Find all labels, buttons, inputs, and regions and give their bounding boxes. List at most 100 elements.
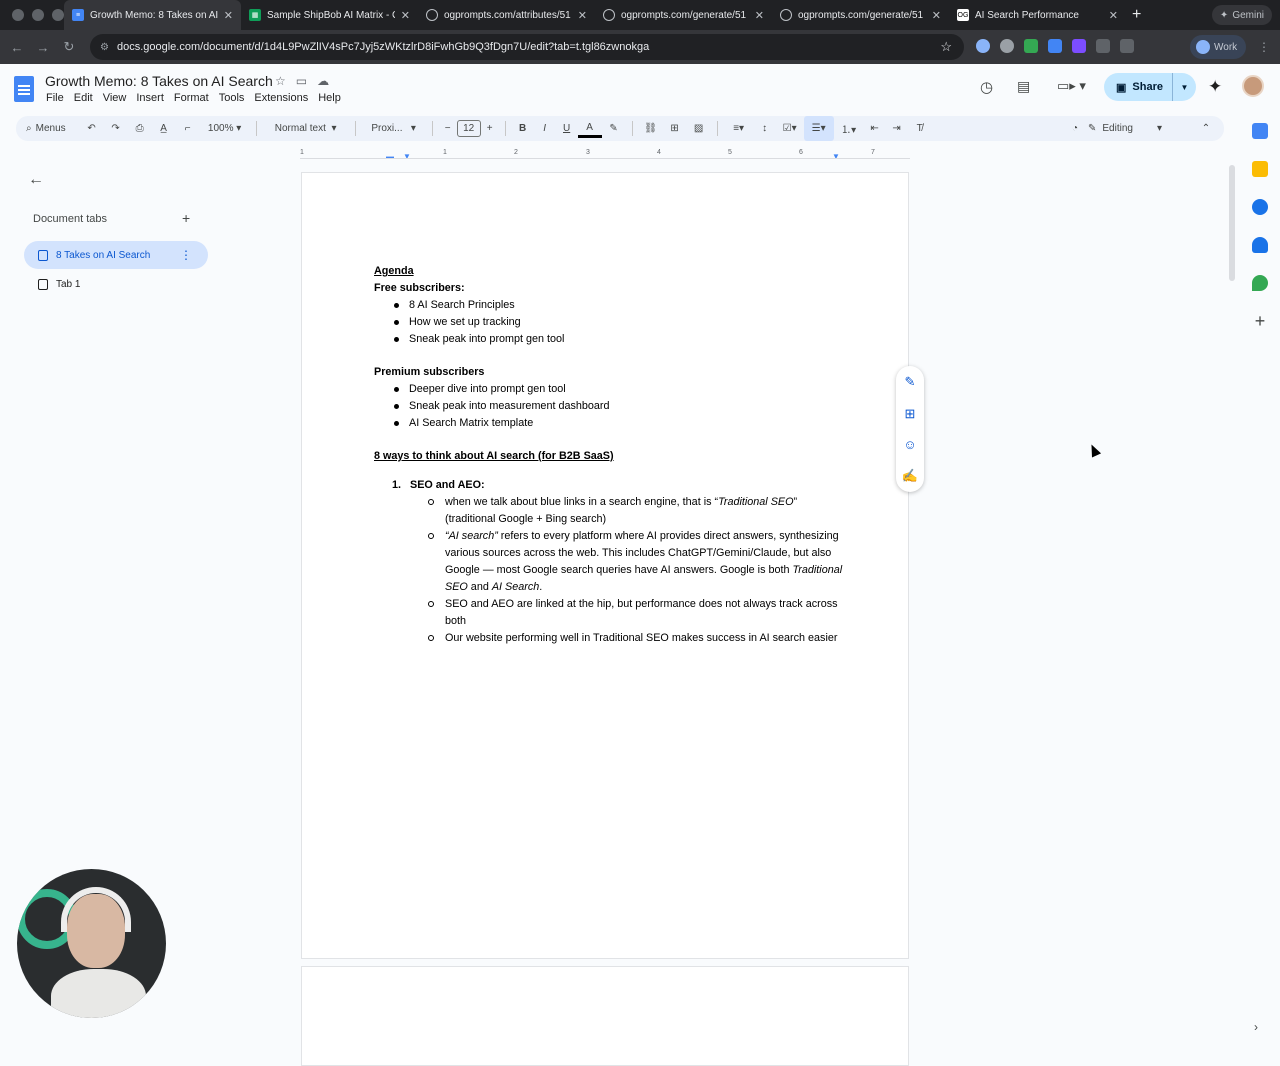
url-input[interactable]: ⚙ docs.google.com/document/d/1d4L9PwZlIV…: [90, 34, 964, 60]
close-tab-icon[interactable]: ✕: [401, 9, 410, 22]
share-button[interactable]: ▣ Share ▼: [1104, 73, 1196, 101]
help-me-write-icon[interactable]: ✎: [905, 374, 916, 390]
zoom-select[interactable]: 100% ▾: [200, 116, 250, 141]
browser-tab[interactable]: ogprompts.com/attributes/51 ✕: [418, 0, 595, 30]
docs-logo-icon[interactable]: [14, 76, 34, 102]
tasks-icon[interactable]: [1252, 199, 1268, 215]
print-icon[interactable]: ⎙: [128, 116, 152, 141]
spellcheck-icon[interactable]: A̲: [152, 116, 176, 141]
back-arrow-icon[interactable]: ←: [28, 171, 44, 189]
suggest-edits-icon[interactable]: ✍: [902, 468, 918, 484]
close-tab-icon[interactable]: ✕: [1109, 9, 1118, 22]
left-indent-marker[interactable]: ▬: [386, 152, 394, 161]
site-settings-icon[interactable]: ⚙: [100, 42, 109, 53]
version-history-icon[interactable]: ◷: [980, 78, 993, 96]
menu-help[interactable]: Help: [318, 92, 341, 104]
menu-edit[interactable]: Edit: [74, 92, 93, 104]
extension-icon[interactable]: [1072, 39, 1086, 53]
browser-menu-icon[interactable]: ⋮: [1258, 40, 1270, 54]
close-tab-icon[interactable]: ✕: [224, 9, 233, 22]
window-controls[interactable]: [0, 9, 64, 21]
add-comment-icon[interactable]: ⊞: [663, 116, 687, 141]
style-select[interactable]: Normal text ▾: [263, 116, 349, 141]
redo-icon[interactable]: ↷: [104, 116, 128, 141]
menu-view[interactable]: View: [103, 92, 127, 104]
decrease-indent-icon[interactable]: ⇤: [864, 116, 886, 141]
more-options-icon[interactable]: ⋮: [180, 248, 192, 262]
account-avatar[interactable]: [1242, 75, 1264, 97]
insert-image-icon[interactable]: ▨: [687, 116, 711, 141]
right-indent-marker[interactable]: ▼: [832, 152, 840, 161]
collapse-toolbar-icon[interactable]: ⌃: [1188, 116, 1224, 141]
increase-font-icon[interactable]: +: [481, 116, 499, 141]
extension-icon[interactable]: [1048, 39, 1062, 53]
browser-tab[interactable]: ▦ Sample ShipBob AI Matrix - G ✕: [241, 0, 418, 30]
menu-format[interactable]: Format: [174, 92, 209, 104]
italic-icon[interactable]: I: [534, 116, 556, 141]
new-tab-icon[interactable]: +: [1132, 6, 1141, 24]
bulleted-list-icon[interactable]: ☰▾: [803, 116, 834, 141]
increase-indent-icon[interactable]: ⇥: [886, 116, 908, 141]
profile-button[interactable]: Work: [1190, 35, 1246, 59]
font-select[interactable]: Proxi... ▾: [362, 116, 426, 141]
contacts-icon[interactable]: [1252, 237, 1268, 253]
bold-icon[interactable]: B: [512, 116, 534, 141]
document-body[interactable]: Agenda Free subscribers: 8 AI Search Pri…: [374, 263, 844, 647]
calendar-icon[interactable]: [1252, 123, 1268, 139]
keep-icon[interactable]: [1252, 161, 1268, 177]
gemini-button[interactable]: ✦ Gemini: [1211, 5, 1272, 25]
reload-icon[interactable]: ↻: [56, 39, 82, 55]
bookmark-star-icon[interactable]: ☆: [940, 39, 952, 55]
first-line-indent-marker[interactable]: ▼: [403, 152, 411, 161]
highlight-icon[interactable]: ✎: [602, 116, 626, 141]
cloud-saved-icon[interactable]: ☁: [317, 74, 329, 88]
share-dropdown-icon[interactable]: ▼: [1172, 73, 1196, 101]
extension-icon[interactable]: [1024, 39, 1038, 53]
forward-icon[interactable]: →: [30, 40, 56, 55]
close-tab-icon[interactable]: ✕: [932, 9, 941, 22]
add-addon-icon[interactable]: +: [1252, 312, 1268, 330]
back-icon[interactable]: ←: [4, 40, 30, 55]
extension-icon[interactable]: [1000, 39, 1014, 53]
menu-tools[interactable]: Tools: [219, 92, 245, 104]
close-tab-icon[interactable]: ✕: [755, 9, 764, 22]
menu-extensions[interactable]: Extensions: [254, 92, 308, 104]
sidepanel-icon[interactable]: [1120, 39, 1134, 53]
numbered-list-icon[interactable]: ⒈▾: [834, 116, 864, 141]
add-tab-icon[interactable]: +: [182, 210, 190, 226]
add-comment-icon[interactable]: ⊞: [905, 406, 916, 422]
menu-file[interactable]: File: [46, 92, 64, 104]
document-page-2[interactable]: [301, 966, 909, 1066]
document-page[interactable]: Agenda Free subscribers: 8 AI Search Pri…: [301, 172, 909, 959]
star-icon[interactable]: ☆: [275, 74, 286, 88]
browser-tab[interactable]: ogprompts.com/generate/51 ✕: [595, 0, 772, 30]
activity-icon[interactable]: ◔: [1062, 116, 1088, 141]
browser-tab[interactable]: ogprompts.com/generate/51 ✕: [772, 0, 949, 30]
maps-icon[interactable]: [1252, 275, 1268, 291]
move-folder-icon[interactable]: ▭: [296, 74, 307, 88]
comments-icon[interactable]: ▤: [1017, 78, 1030, 95]
clear-formatting-icon[interactable]: T̸: [908, 116, 932, 141]
link-icon[interactable]: ⛓: [639, 116, 663, 141]
paint-format-icon[interactable]: ⌐: [176, 116, 200, 141]
menus-search[interactable]: ⌕ Menus: [16, 116, 76, 141]
meet-icon[interactable]: ▭▸ ▾: [1057, 78, 1086, 94]
gemini-sparkle-icon[interactable]: ✦: [1208, 77, 1222, 97]
menu-insert[interactable]: Insert: [136, 92, 164, 104]
line-spacing-icon[interactable]: ↕: [754, 116, 776, 141]
underline-icon[interactable]: U: [556, 116, 578, 141]
horizontal-ruler[interactable]: 1 1 2 3 4 5 6 7 ▬ ▼ ▼: [300, 148, 910, 161]
vertical-scrollbar[interactable]: [1229, 165, 1235, 281]
checklist-icon[interactable]: ☑▾: [776, 116, 804, 141]
doc-tab-tab-1[interactable]: Tab 1: [24, 270, 208, 298]
align-icon[interactable]: ≡▾: [724, 116, 754, 141]
font-size-input[interactable]: 12: [456, 120, 481, 137]
browser-tab[interactable]: ≡ Growth Memo: 8 Takes on AI ✕: [64, 0, 241, 30]
undo-icon[interactable]: ↶: [80, 116, 104, 141]
extension-icon[interactable]: [976, 39, 990, 53]
expand-side-panel-icon[interactable]: ›: [1254, 1020, 1258, 1034]
decrease-font-icon[interactable]: −: [439, 116, 457, 141]
browser-tab[interactable]: OG AI Search Performance ✕: [949, 0, 1126, 30]
puzzle-icon[interactable]: [1096, 39, 1110, 53]
document-title[interactable]: Growth Memo: 8 Takes on AI Search: [45, 73, 273, 89]
